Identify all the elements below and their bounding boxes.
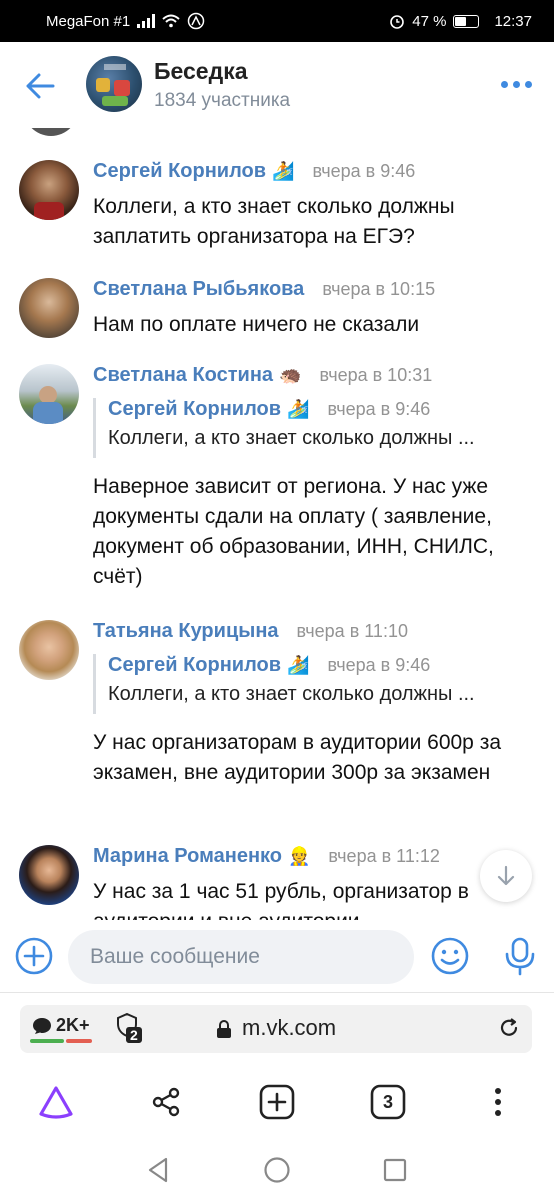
author-name[interactable]: Сергей Корнилов xyxy=(93,160,266,183)
system-nav-bar xyxy=(0,1140,554,1200)
url-pill[interactable]: 2K+ 2 m.vk.com xyxy=(20,1005,532,1053)
lock-icon xyxy=(217,1020,231,1038)
plus-circle-icon xyxy=(15,937,53,975)
url-text[interactable]: m.vk.com xyxy=(242,1015,336,1041)
message-text: Наверное зависит от региона. У нас уже д… xyxy=(93,475,494,588)
author-status-emoji: 🦔 xyxy=(279,365,302,385)
chat-title[interactable]: Беседка xyxy=(154,58,248,85)
reply-status-emoji: 🏄 xyxy=(287,655,310,675)
more-vertical-icon xyxy=(495,1088,501,1116)
message-time: вчера в 10:15 xyxy=(322,279,436,299)
status-bar: MegaFon #1 47 % 12:37 xyxy=(0,0,554,42)
alice-button[interactable] xyxy=(36,1082,76,1122)
tabs-button[interactable]: 3 xyxy=(368,1082,408,1122)
author-status-emoji: 🏄 xyxy=(272,161,295,181)
battery-percent: 47 % xyxy=(412,12,447,30)
menu-button[interactable] xyxy=(478,1082,518,1122)
avatar[interactable] xyxy=(22,128,80,136)
carrier-label: MegaFon #1 xyxy=(46,12,131,30)
share-button[interactable] xyxy=(146,1082,186,1122)
home-circle-icon[interactable] xyxy=(262,1155,292,1185)
plus-square-icon xyxy=(259,1084,295,1120)
battery-icon xyxy=(453,14,480,28)
comments-rating-bar xyxy=(30,1039,92,1043)
message-time: вчера в 11:10 xyxy=(296,621,408,641)
tabs-count: 3 xyxy=(382,1091,393,1112)
author-name[interactable]: Светлана Костина xyxy=(93,364,273,387)
reply-status-emoji: 🏄 xyxy=(287,399,310,419)
signal-icon xyxy=(137,14,156,28)
message-time: вчера в 10:31 xyxy=(319,365,433,385)
browser-toolbar: 3 xyxy=(0,1064,554,1140)
avatar[interactable] xyxy=(19,364,79,424)
message-list[interactable]: Сергей Корнилов 🏄 вчера в 9:46 Коллеги, … xyxy=(0,128,554,920)
message-text: У нас организаторам в аудитории 600р за … xyxy=(93,731,502,784)
alice-icon xyxy=(39,1086,73,1119)
reply-quote[interactable]: Сергей Корнилов 🏄 вчера в 9:46 Коллеги, … xyxy=(93,654,533,714)
avatar[interactable] xyxy=(19,845,79,905)
protect-count: 2 xyxy=(126,1027,142,1043)
reply-text: Коллеги, а кто знает сколько должны ... xyxy=(108,683,475,705)
new-tab-button[interactable] xyxy=(257,1082,297,1122)
reply-author: Сергей Корнилов xyxy=(108,398,282,420)
back-button[interactable] xyxy=(18,64,62,108)
microphone-icon xyxy=(505,937,535,976)
smile-icon xyxy=(431,937,469,975)
protect-button[interactable]: 2 xyxy=(116,1012,146,1045)
clock: 12:37 xyxy=(494,12,532,30)
chat-bubble-icon xyxy=(33,1017,51,1034)
attach-button[interactable] xyxy=(14,936,54,976)
voice-message-button[interactable] xyxy=(500,936,540,976)
message-text: Нам по оплате ничего не сказали xyxy=(93,313,420,336)
reply-author: Сергей Корнилов xyxy=(108,654,282,676)
avatar[interactable] xyxy=(19,278,79,338)
reply-time: вчера в 9:46 xyxy=(327,399,431,419)
alarm-icon xyxy=(390,15,405,29)
message-text: У нас за 1 час 51 рубль, организатор в а… xyxy=(93,880,469,920)
wifi-icon xyxy=(162,14,180,28)
browser-address-bar: 2K+ 2 m.vk.com xyxy=(0,992,554,1064)
reply-time: вчера в 9:46 xyxy=(327,655,431,675)
comments-button[interactable]: 2K+ xyxy=(32,1015,90,1036)
scroll-down-button[interactable] xyxy=(480,850,532,902)
chat-avatar[interactable] xyxy=(86,56,142,112)
arrow-down-icon xyxy=(497,865,515,886)
reload-icon[interactable] xyxy=(498,1017,520,1039)
avatar[interactable] xyxy=(19,160,79,220)
author-name[interactable]: Светлана Рыбьякова xyxy=(93,278,304,301)
message-time: вчера в 9:46 xyxy=(312,161,416,181)
message-time: вчера в 11:12 xyxy=(328,846,440,866)
back-triangle-icon[interactable] xyxy=(144,1155,174,1185)
message-composer: Ваше сообщение xyxy=(0,920,554,992)
emoji-button[interactable] xyxy=(430,936,470,976)
message-text: Коллеги, а кто знает сколько должны запл… xyxy=(93,195,455,248)
more-button[interactable] xyxy=(496,72,536,96)
nfc-icon xyxy=(187,12,205,30)
author-name[interactable]: Марина Романенко xyxy=(93,845,282,868)
share-icon xyxy=(152,1087,180,1117)
reply-quote[interactable]: Сергей Корнилов 🏄 вчера в 9:46 Коллеги, … xyxy=(93,398,533,458)
avatar[interactable] xyxy=(19,620,79,680)
arrow-left-icon xyxy=(26,73,55,99)
reply-text: Коллеги, а кто знает сколько должны ... xyxy=(108,427,475,449)
recents-square-icon[interactable] xyxy=(380,1155,410,1185)
author-status-emoji: 👷 xyxy=(288,846,311,866)
author-name[interactable]: Татьяна Курицына xyxy=(93,620,279,643)
comments-count: 2K+ xyxy=(56,1015,90,1035)
chat-header: Беседка 1834 участника xyxy=(0,42,554,128)
message-input[interactable]: Ваше сообщение xyxy=(68,930,414,984)
chat-members-count[interactable]: 1834 участника xyxy=(154,90,290,112)
